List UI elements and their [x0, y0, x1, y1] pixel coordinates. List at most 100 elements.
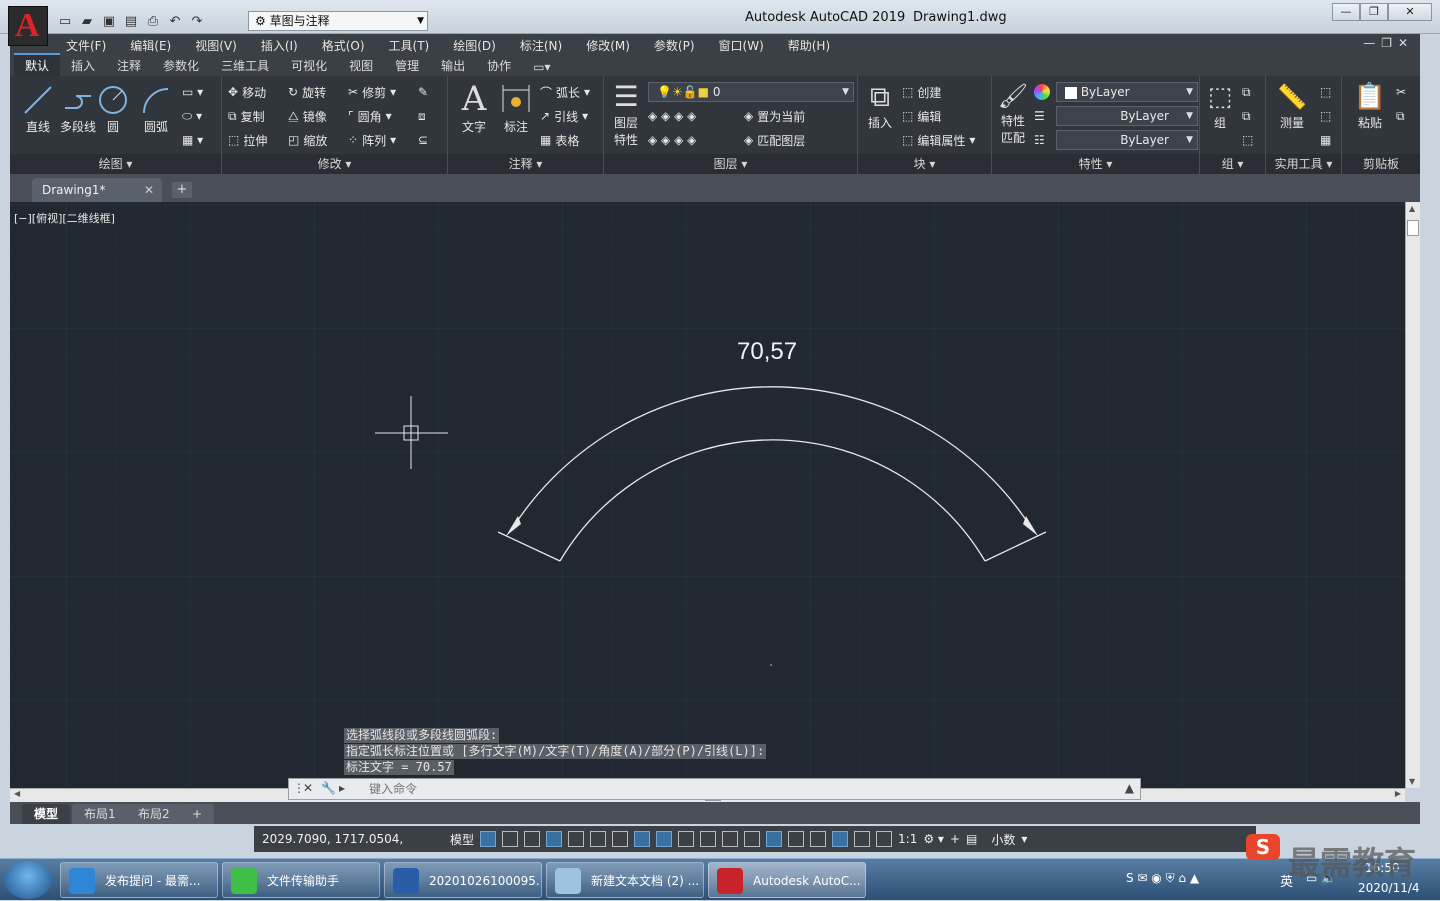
- hatch-button[interactable]: ▦ ▾: [182, 130, 203, 150]
- array-button[interactable]: ⁘ 阵列 ▾: [348, 130, 396, 150]
- panel-modify-title[interactable]: 修改 ▾: [222, 154, 447, 174]
- annotation-visibility-icon[interactable]: [832, 831, 849, 847]
- tab-insert[interactable]: 插入: [60, 55, 106, 76]
- make-current-button[interactable]: ◈ 置为当前: [744, 106, 805, 126]
- task-word[interactable]: 20201026100095...: [384, 862, 542, 898]
- new-icon[interactable]: ▭: [56, 12, 74, 30]
- tab-manage[interactable]: 管理: [384, 55, 430, 76]
- menu-format[interactable]: 格式(O): [310, 37, 377, 54]
- panel-block-title[interactable]: 块 ▾: [858, 154, 991, 174]
- units-value[interactable]: 小数: [991, 831, 1015, 848]
- panel-annotation-title[interactable]: 注释 ▾: [448, 154, 603, 174]
- rectangle-button[interactable]: ▭ ▾: [182, 82, 203, 102]
- prompt-icon[interactable]: ▸: [339, 781, 345, 795]
- tab-output[interactable]: 输出: [430, 55, 476, 76]
- circle-button[interactable]: 圆: [96, 84, 130, 135]
- scale-value[interactable]: 1:1: [898, 832, 917, 846]
- print-icon[interactable]: ⎙: [144, 12, 162, 30]
- cut-icon[interactable]: ✂: [1396, 82, 1406, 102]
- object-snap-tracking-icon[interactable]: [634, 831, 651, 847]
- object-snap-icon[interactable]: [656, 831, 673, 847]
- linetype-dropdown[interactable]: ByLayer ▼: [1056, 106, 1198, 126]
- save-icon[interactable]: ▣: [100, 12, 118, 30]
- tab-annotate[interactable]: 注释: [106, 55, 152, 76]
- selection-cycling-icon[interactable]: [722, 831, 739, 847]
- color-wheel-icon[interactable]: [1034, 82, 1050, 102]
- layer-tools-row-2[interactable]: ◈ ◈ ◈ ◈: [648, 130, 696, 150]
- arc-button[interactable]: 圆弧: [136, 84, 176, 135]
- drawing-canvas[interactable]: [−][俯视][二维线框] 70,57: [10, 202, 1405, 788]
- task-wechat[interactable]: 文件传输助手: [222, 862, 380, 898]
- minimize-button[interactable]: —: [1332, 3, 1360, 21]
- menu-view[interactable]: 视图(V): [183, 37, 249, 54]
- calculator-icon[interactable]: ▦: [1320, 130, 1331, 150]
- auto-scale-icon[interactable]: [854, 831, 871, 847]
- save-as-icon[interactable]: ▤: [122, 12, 140, 30]
- transparency-icon[interactable]: [700, 831, 717, 847]
- ellipse-button[interactable]: ⬭ ▾: [182, 106, 202, 126]
- 3d-osnap-icon[interactable]: [744, 831, 761, 847]
- move-button[interactable]: ✥ 移动: [228, 82, 266, 102]
- ungroup-icon[interactable]: ⧉: [1242, 82, 1251, 102]
- rotate-button[interactable]: ↻ 旋转: [288, 82, 326, 102]
- edit-block-button[interactable]: ⬚ 编辑: [902, 106, 941, 126]
- gear-icon[interactable]: ⚙ ▾: [923, 832, 944, 846]
- tab-parametric[interactable]: 参数化: [152, 55, 210, 76]
- polyline-button[interactable]: 多段线: [54, 84, 102, 135]
- close-icon[interactable]: ✕: [144, 178, 154, 202]
- panel-clipboard-title[interactable]: 剪贴板: [1342, 154, 1420, 174]
- doc-tab-drawing1[interactable]: Drawing1* ✕: [32, 178, 162, 202]
- panel-groups-title[interactable]: 组 ▾: [1200, 154, 1265, 174]
- erase-button[interactable]: ✎: [418, 82, 428, 102]
- selection-filter-icon[interactable]: [788, 831, 805, 847]
- tab-home[interactable]: 默认: [14, 53, 61, 76]
- tab-3d-tools[interactable]: 三维工具: [210, 55, 280, 76]
- task-autocad[interactable]: Autodesk AutoC...: [708, 862, 866, 898]
- document-window-controls[interactable]: —❐✕: [1363, 36, 1414, 50]
- close-icon[interactable]: ✕: [303, 781, 313, 795]
- edit-attributes-button[interactable]: ⬚ 编辑属性 ▾: [902, 130, 975, 150]
- leader-button[interactable]: ↗ 引线 ▾: [540, 106, 588, 126]
- tray-icons[interactable]: S ✉ ◉ ⛨ ⌂ ▲: [1126, 871, 1199, 886]
- copy-clip-icon[interactable]: ⧉: [1396, 106, 1405, 126]
- menu-modify[interactable]: 修改(M): [574, 37, 642, 54]
- tab-visualize[interactable]: 可视化: [280, 55, 338, 76]
- close-button[interactable]: ✕: [1388, 3, 1432, 21]
- ortho-icon[interactable]: [568, 831, 585, 847]
- line-button[interactable]: 直线: [18, 84, 58, 135]
- gizmo-icon[interactable]: [810, 831, 827, 847]
- dimension-text[interactable]: 70,57: [737, 338, 797, 366]
- menu-help[interactable]: 帮助(H): [776, 37, 842, 54]
- measure-button[interactable]: 📏 测量: [1270, 82, 1314, 131]
- chevron-up-icon[interactable]: ▲: [1125, 781, 1134, 795]
- undo-icon[interactable]: ↶: [166, 12, 184, 30]
- grid-icon[interactable]: [480, 831, 497, 847]
- scale-button[interactable]: ◰ 缩放: [288, 130, 327, 150]
- panel-utilities-title[interactable]: 实用工具 ▾: [1266, 154, 1341, 174]
- menu-dimension[interactable]: 标注(N): [508, 37, 574, 54]
- match-properties-button[interactable]: 🖌 特性 匹配: [994, 82, 1032, 146]
- application-menu-button[interactable]: A: [8, 6, 48, 46]
- mirror-button[interactable]: ⧋ 镜像: [288, 106, 327, 126]
- layer-dropdown[interactable]: 💡☀🔓■ 0 ▼: [648, 82, 854, 102]
- add-layout-button[interactable]: +: [180, 804, 215, 824]
- snap-icon[interactable]: [502, 831, 519, 847]
- arc-length-button[interactable]: ⌒ 弧长 ▾: [540, 82, 590, 102]
- task-browser[interactable]: 发布提问 - 最需...: [60, 862, 218, 898]
- dynamic-ucs-icon[interactable]: [766, 831, 783, 847]
- paste-button[interactable]: 📋 粘贴: [1350, 82, 1390, 131]
- new-tab-button[interactable]: +: [172, 182, 192, 198]
- trim-button[interactable]: ✂ 修剪 ▾: [348, 82, 396, 102]
- plus-icon[interactable]: +: [950, 832, 960, 846]
- quick-select-icon[interactable]: ⬚: [1320, 82, 1331, 102]
- chevron-down-icon[interactable]: ▾: [1021, 832, 1027, 846]
- vertical-scrollbar[interactable]: ▲ ▼: [1405, 202, 1420, 788]
- offset-button[interactable]: ⊆: [418, 130, 428, 150]
- scroll-down-icon[interactable]: ▼: [1409, 777, 1415, 786]
- ribbon-toggle-icon[interactable]: ▭▾: [522, 58, 561, 76]
- tab-model[interactable]: 模型: [22, 804, 71, 824]
- scroll-left-icon[interactable]: ◀: [14, 789, 20, 798]
- insert-block-button[interactable]: ⧉ 插入: [860, 82, 900, 131]
- menu-parametric[interactable]: 参数(P): [642, 37, 707, 54]
- infer-constraints-icon[interactable]: [524, 831, 541, 847]
